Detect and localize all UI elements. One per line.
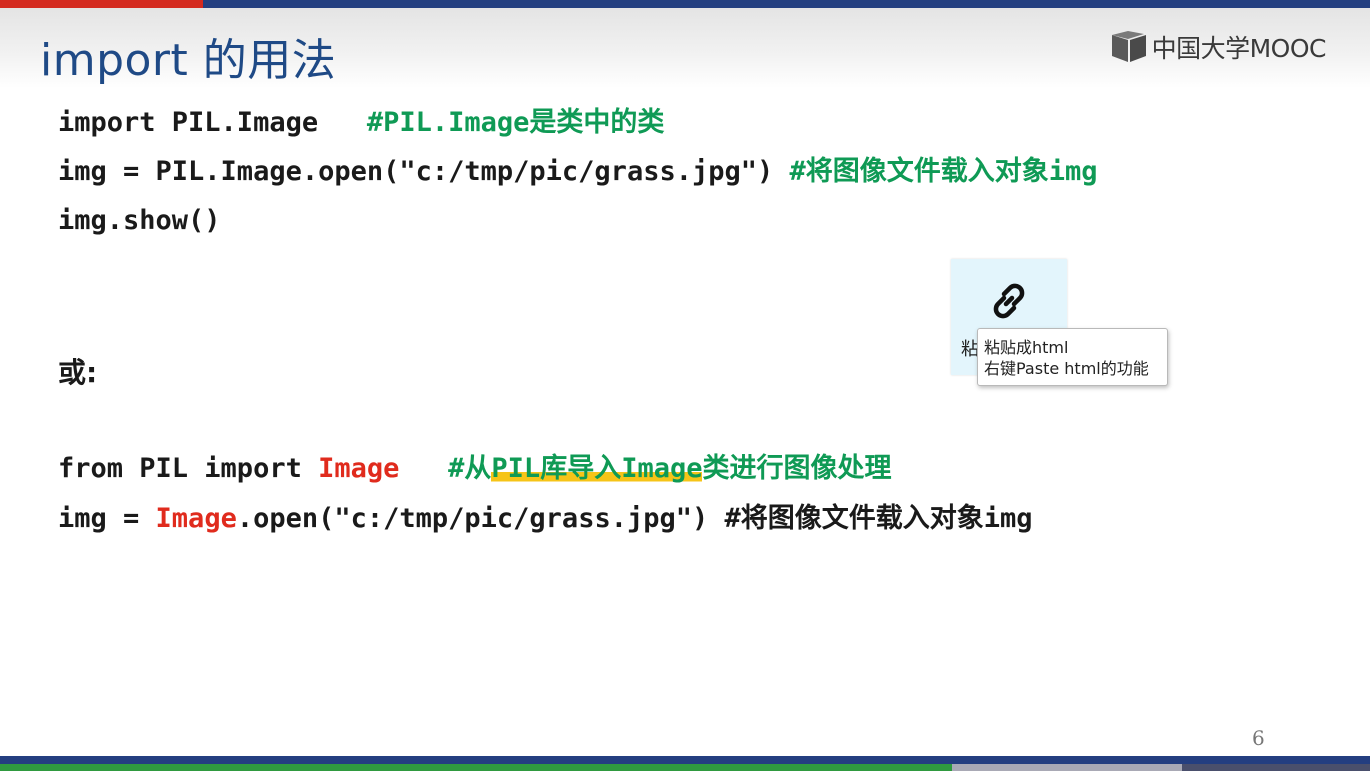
- code-line-5-comment: #将图像文件载入对象img: [724, 503, 1033, 534]
- slide: import 的用法 中国大学MOOC import PIL.Image #PI…: [0, 0, 1370, 771]
- code-line-3: img.show(): [58, 204, 221, 238]
- paste-html-tooltip: 粘贴成html 右键Paste html的功能: [977, 328, 1168, 386]
- tooltip-line-1: 粘贴成html: [984, 338, 1069, 357]
- page-number: 6: [1252, 726, 1265, 750]
- code-line-3-code: img.show(): [58, 205, 221, 236]
- slide-header: import 的用法 中国大学MOOC: [0, 8, 1370, 88]
- bottom-bar-blue-line: [0, 756, 1370, 764]
- link-icon: [993, 283, 1025, 319]
- mooc-logo-text: 中国大学MOOC: [1151, 34, 1327, 63]
- code-line-1: import PIL.Image #PIL.Image是类中的类: [58, 106, 664, 140]
- or-label: 或:: [58, 356, 98, 389]
- code-line-4-comment-highlighted: PIL库导入Image: [491, 453, 703, 484]
- code-line-2-comment: #将图像文件载入对象img: [789, 156, 1098, 187]
- slide-title: import 的用法: [40, 35, 337, 86]
- code-line-4-image-keyword: Image: [318, 453, 400, 484]
- code-line-4-prefix: from PIL import: [58, 453, 319, 484]
- code-line-2: img = PIL.Image.open("c:/tmp/pic/grass.j…: [58, 155, 1098, 189]
- code-line-4-spacing: [399, 453, 448, 484]
- tooltip-line-2: 右键Paste html的功能: [984, 359, 1149, 378]
- bottom-bar-green-segment: [0, 764, 952, 771]
- code-line-1-code: import PIL.Image: [58, 107, 367, 138]
- code-line-2-code: img = PIL.Image.open("c:/tmp/pic/grass.j…: [58, 156, 790, 187]
- code-line-4-comment-hash: #从: [448, 453, 492, 484]
- code-line-4-comment-rest: 类进行图像处理: [702, 453, 892, 484]
- mooc-book-icon: [1111, 31, 1146, 62]
- bottom-accent-bar: [0, 756, 1370, 771]
- mooc-logo: 中国大学MOOC: [1110, 30, 1327, 64]
- bottom-bar-dark-segment: [1182, 764, 1370, 771]
- code-line-4: from PIL import Image #从PIL库导入Image类进行图像…: [58, 452, 891, 486]
- code-line-1-comment: #PIL.Image是类中的类: [366, 107, 665, 138]
- top-bar-blue-segment: [203, 0, 1370, 8]
- code-line-5-rest: .open("c:/tmp/pic/grass.jpg"): [236, 503, 725, 534]
- bottom-bar-gray-segment: [952, 764, 1182, 771]
- code-line-5-image-keyword: Image: [155, 503, 237, 534]
- top-accent-bar: [0, 0, 1370, 8]
- top-bar-red-segment: [0, 0, 203, 8]
- code-line-5-prefix: img =: [58, 503, 156, 534]
- code-line-5: img = Image.open("c:/tmp/pic/grass.jpg")…: [58, 502, 1033, 536]
